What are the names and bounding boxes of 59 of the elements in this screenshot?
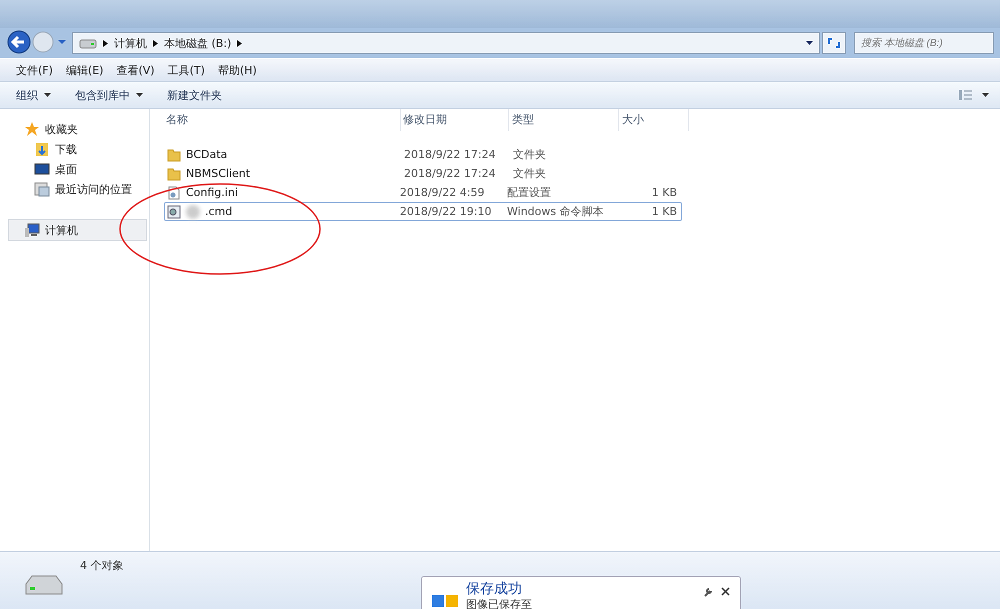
file-row[interactable]: .cmd 2018/9/22 19:10 Windows 命令脚本 1 KB bbox=[164, 202, 682, 221]
modified-date: 2018/9/22 4:59 bbox=[398, 186, 486, 199]
modified-date: 2018/9/22 19:10 bbox=[398, 205, 492, 218]
computer-icon bbox=[24, 222, 40, 238]
modified-date: 2018/9/22 17:24 bbox=[403, 167, 497, 180]
file-type: 配置设置 bbox=[506, 185, 552, 200]
folder-download-icon bbox=[34, 141, 50, 157]
file-type: Windows 命令脚本 bbox=[506, 204, 605, 219]
file-name: .cmd bbox=[205, 205, 232, 218]
refresh-icon bbox=[826, 36, 842, 50]
toolbar-button[interactable]: 新建文件夹 bbox=[161, 86, 228, 104]
column-header[interactable]: 类型 bbox=[509, 109, 619, 131]
menu-item[interactable]: 文件(F) bbox=[16, 62, 53, 78]
file-name: Config.ini bbox=[186, 186, 238, 199]
close-icon[interactable] bbox=[721, 587, 730, 596]
chevron-icon[interactable] bbox=[237, 40, 242, 46]
modified-date: 2018/9/22 17:24 bbox=[403, 148, 497, 161]
column-header[interactable]: 名称 bbox=[166, 109, 401, 131]
address-bar[interactable]: 计算机 本地磁盘 (B:) bbox=[72, 32, 820, 54]
star-icon bbox=[24, 121, 40, 137]
wrench-icon[interactable] bbox=[703, 587, 713, 597]
file-row[interactable]: BCData 2018/9/22 17:24 文件夹 bbox=[164, 145, 682, 164]
file-name: BCData bbox=[186, 148, 228, 161]
sidebar-item[interactable]: 桌面 bbox=[0, 159, 149, 179]
breadcrumb[interactable]: 计算机 bbox=[114, 36, 147, 50]
chevron-icon[interactable] bbox=[153, 40, 158, 46]
toolbar-button[interactable]: 组织 bbox=[10, 86, 57, 104]
file-row[interactable]: NBMSClient 2018/9/22 17:24 文件夹 bbox=[164, 164, 682, 183]
file-size: 1 KB bbox=[650, 186, 678, 199]
menu-item[interactable]: 帮助(H) bbox=[218, 62, 257, 78]
breadcrumb[interactable]: 本地磁盘 (B:) bbox=[164, 36, 232, 50]
view-options-icon[interactable] bbox=[958, 89, 990, 101]
menu-item[interactable]: 编辑(E) bbox=[66, 62, 104, 78]
folder-icon bbox=[167, 148, 181, 162]
item-count: 4 个对象 bbox=[80, 558, 124, 573]
search-field[interactable]: 搜索 本地磁盘 (B:) bbox=[854, 32, 994, 54]
chevron-icon[interactable] bbox=[103, 40, 108, 46]
sidebar-item[interactable]: 最近访问的位置 bbox=[0, 179, 149, 199]
dropdown-icon[interactable] bbox=[806, 41, 813, 45]
file-row[interactable]: Config.ini 2018/9/22 4:59 配置设置 1 KB bbox=[164, 183, 682, 202]
column-header[interactable]: 修改日期 bbox=[401, 109, 509, 131]
desktop-icon bbox=[34, 161, 50, 177]
recent-places-icon bbox=[34, 181, 50, 197]
file-type: 文件夹 bbox=[512, 166, 547, 181]
menu-item[interactable]: 工具(T) bbox=[168, 62, 205, 78]
notification-title: 保存成功 bbox=[466, 581, 523, 598]
file-size: 1 KB bbox=[650, 205, 678, 218]
menu-item[interactable]: 查看(V) bbox=[116, 62, 155, 78]
file-type: 文件夹 bbox=[512, 147, 547, 162]
folder-icon bbox=[167, 166, 181, 180]
sidebar-item[interactable]: 下载 bbox=[0, 139, 149, 159]
toolbar-button[interactable]: 包含到库中 bbox=[69, 86, 149, 104]
file-name: NBMSClient bbox=[186, 167, 250, 180]
sidebar-item[interactable]: 收藏夹 bbox=[0, 119, 149, 139]
sidebar-item[interactable]: 计算机 bbox=[8, 219, 147, 241]
script-file-icon bbox=[167, 204, 181, 218]
drive-icon bbox=[79, 37, 97, 49]
refresh-button[interactable] bbox=[822, 32, 846, 54]
column-header[interactable]: 大小 bbox=[619, 109, 689, 131]
